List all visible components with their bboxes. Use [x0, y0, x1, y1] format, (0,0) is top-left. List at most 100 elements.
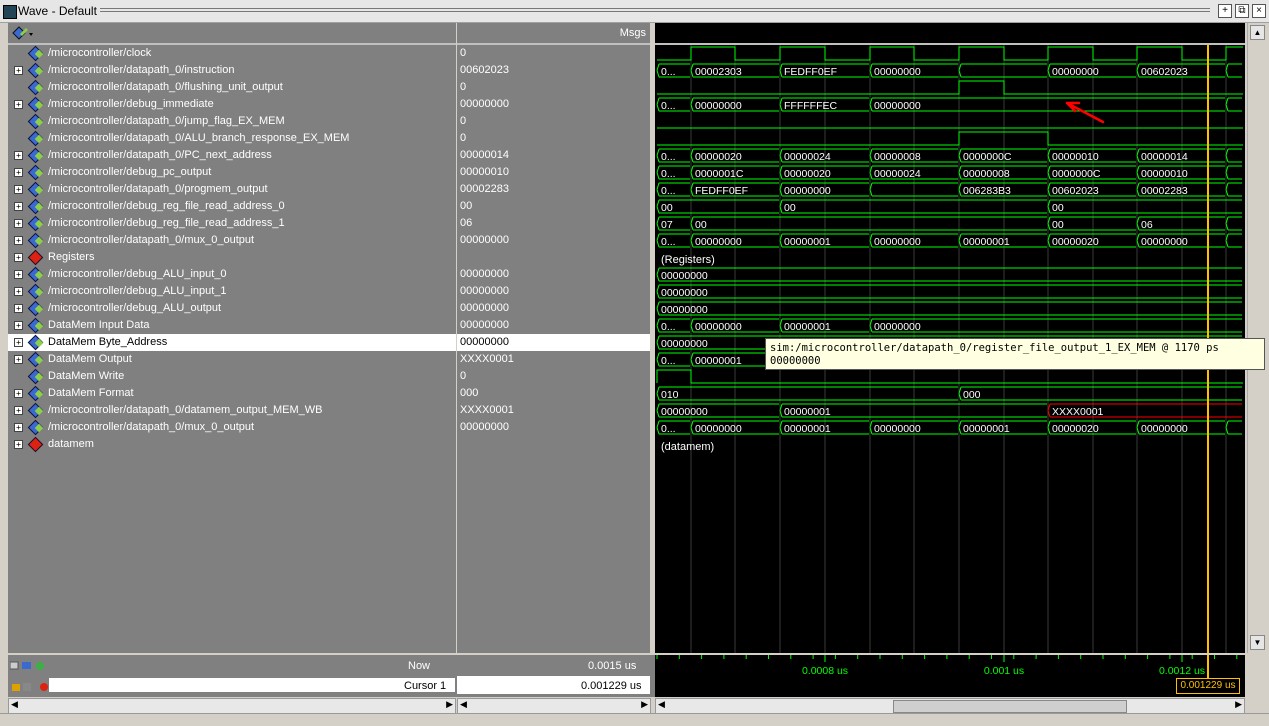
- signal-row[interactable]: + /microcontroller/datapath_0/mux_0_outpu…: [8, 232, 456, 249]
- value-row[interactable]: 00000010: [457, 164, 650, 181]
- bus-value: 00000024: [874, 168, 921, 180]
- value-row[interactable]: 00000000: [457, 266, 650, 283]
- value-row[interactable]: 0: [457, 368, 650, 385]
- value-row[interactable]: 00000000: [457, 283, 650, 300]
- footer-cursor-icons[interactable]: [10, 681, 50, 696]
- names-hscroll[interactable]: ◀ ▶: [8, 698, 456, 714]
- expand-icon[interactable]: +: [14, 236, 23, 245]
- expand-icon[interactable]: +: [14, 423, 23, 432]
- signal-row[interactable]: + datamem: [8, 436, 456, 453]
- signal-row[interactable]: + Registers: [8, 249, 456, 266]
- signal-row[interactable]: + /microcontroller/debug_ALU_output: [8, 300, 456, 317]
- scroll-down-icon[interactable]: ▼: [1250, 635, 1265, 650]
- signal-row[interactable]: /microcontroller/datapath_0/ALU_branch_r…: [8, 130, 456, 147]
- value-row[interactable]: 000: [457, 385, 650, 402]
- undock-icon[interactable]: ⧉: [1235, 4, 1249, 18]
- expand-icon[interactable]: +: [14, 321, 23, 330]
- value-row[interactable]: 0: [457, 113, 650, 130]
- cursor-label[interactable]: Cursor 1: [404, 680, 446, 692]
- expand-icon[interactable]: +: [14, 338, 23, 347]
- signal-row[interactable]: + /microcontroller/datapath_0/PC_next_add…: [8, 147, 456, 164]
- value-row[interactable]: XXXX0001: [457, 402, 650, 419]
- scroll-up-icon[interactable]: ▲: [1250, 25, 1265, 40]
- timeline-ruler[interactable]: 0.0008 us 0.001 us 0.0012 us: [655, 655, 1245, 697]
- value-row[interactable]: 00000000: [457, 96, 650, 113]
- value-row[interactable]: 00000000: [457, 232, 650, 249]
- signal-row[interactable]: /microcontroller/datapath_0/flushing_uni…: [8, 79, 456, 96]
- wave-hscroll-thumb[interactable]: [893, 700, 1127, 713]
- expand-icon[interactable]: +: [14, 304, 23, 313]
- cursor-name-field[interactable]: [49, 678, 455, 692]
- signal-row[interactable]: + /microcontroller/datapath_0/datamem_out…: [8, 402, 456, 419]
- value-row[interactable]: 00602023: [457, 62, 650, 79]
- signal-name: /microcontroller/debug_ALU_output: [48, 302, 222, 314]
- cursor-time-flag[interactable]: 0.001229 us: [1176, 678, 1240, 694]
- signal-row[interactable]: + /microcontroller/debug_pc_output: [8, 164, 456, 181]
- value-row[interactable]: 00000000: [457, 419, 650, 436]
- signal-value: 00000000: [460, 421, 509, 433]
- bus-value: 06: [1141, 219, 1153, 231]
- bus-value: 000: [963, 389, 981, 401]
- value-row[interactable]: 00: [457, 198, 650, 215]
- expand-icon[interactable]: +: [14, 355, 23, 364]
- value-row[interactable]: 00000000: [457, 317, 650, 334]
- signal-value: 00000000: [460, 302, 509, 314]
- signal-row[interactable]: /microcontroller/datapath_0/jump_flag_EX…: [8, 113, 456, 130]
- bus-value: 0...: [661, 168, 676, 180]
- value-row[interactable]: [457, 436, 650, 453]
- expand-icon[interactable]: +: [14, 406, 23, 415]
- signal-row[interactable]: + DataMem Format: [8, 385, 456, 402]
- bus-waveform: [1225, 97, 1242, 112]
- value-row[interactable]: 00000000: [457, 300, 650, 317]
- clock-waveform: [657, 46, 1243, 61]
- value-row[interactable]: 00000014: [457, 147, 650, 164]
- value-row[interactable]: 00000000: [457, 334, 650, 351]
- signal-row[interactable]: + /microcontroller/debug_reg_file_read_ad…: [8, 198, 456, 215]
- expand-icon[interactable]: +: [14, 389, 23, 398]
- signal-row[interactable]: + /microcontroller/debug_ALU_input_1: [8, 283, 456, 300]
- signal-row[interactable]: DataMem Write: [8, 368, 456, 385]
- value-row[interactable]: [457, 249, 650, 266]
- value-row[interactable]: 00002283: [457, 181, 650, 198]
- expand-icon[interactable]: +: [14, 185, 23, 194]
- signal-row[interactable]: + DataMem Output: [8, 351, 456, 368]
- wave-toolbar-icon[interactable]: [12, 26, 33, 40]
- value-row[interactable]: XXXX0001: [457, 351, 650, 368]
- expand-icon[interactable]: +: [14, 287, 23, 296]
- expand-icon[interactable]: +: [14, 253, 23, 262]
- expand-icon[interactable]: +: [14, 270, 23, 279]
- expand-icon[interactable]: +: [14, 440, 23, 449]
- pane-divider[interactable]: [651, 23, 654, 713]
- signal-row[interactable]: + /microcontroller/debug_ALU_input_0: [8, 266, 456, 283]
- bus-waveform: [656, 267, 1242, 282]
- wave-hscroll[interactable]: ◀ ▶: [655, 698, 1245, 714]
- expand-icon[interactable]: +: [14, 100, 23, 109]
- signal-row[interactable]: /microcontroller/clock: [8, 45, 456, 62]
- signal-name: datamem: [48, 438, 94, 450]
- signal-row[interactable]: + /microcontroller/debug_immediate: [8, 96, 456, 113]
- value-row[interactable]: 06: [457, 215, 650, 232]
- group-label: (datamem): [661, 441, 714, 453]
- drag-grip[interactable]: [100, 8, 1210, 14]
- value-row[interactable]: 0: [457, 45, 650, 62]
- signal-row[interactable]: + /microcontroller/datapath_0/progmem_out…: [8, 181, 456, 198]
- value-row[interactable]: 0: [457, 79, 650, 96]
- expand-icon[interactable]: +: [14, 168, 23, 177]
- signal-row[interactable]: + DataMem Input Data: [8, 317, 456, 334]
- footer-toolbar-icons[interactable]: [9, 660, 50, 675]
- signal-row[interactable]: + /microcontroller/datapath_0/mux_0_outpu…: [8, 419, 456, 436]
- expand-icon[interactable]: +: [14, 202, 23, 211]
- signal-name: /microcontroller/datapath_0/mux_0_output: [48, 234, 255, 246]
- signal-row[interactable]: + /microcontroller/datapath_0/instruction: [8, 62, 456, 79]
- signal-row[interactable]: + /microcontroller/debug_reg_file_read_ad…: [8, 215, 456, 232]
- now-value: 0.0015 us: [588, 660, 637, 672]
- close-icon[interactable]: ×: [1252, 4, 1266, 18]
- values-hscroll[interactable]: ◀ ▶: [457, 698, 651, 714]
- expand-icon[interactable]: +: [14, 66, 23, 75]
- expand-icon[interactable]: +: [14, 151, 23, 160]
- expand-icon[interactable]: +: [14, 219, 23, 228]
- signal-name: /microcontroller/datapath_0/flushing_uni…: [48, 81, 283, 93]
- add-icon[interactable]: +: [1218, 4, 1232, 18]
- signal-row[interactable]: + DataMem Byte_Address: [8, 334, 456, 351]
- value-row[interactable]: 0: [457, 130, 650, 147]
